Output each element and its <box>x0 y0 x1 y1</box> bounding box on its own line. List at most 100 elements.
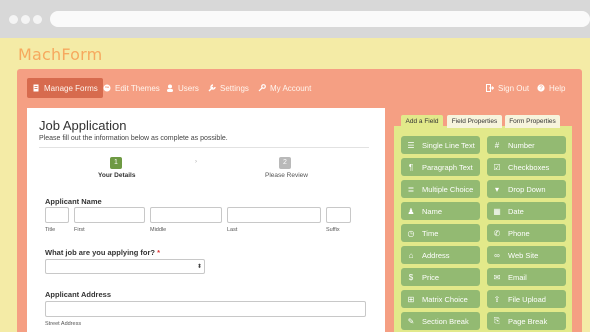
app-logo: MachForm <box>18 45 103 64</box>
nav-label: Sign Out <box>498 83 530 93</box>
phone-icon: ✆ <box>493 228 501 238</box>
add-field-date-button[interactable]: ▦ Date <box>487 202 566 220</box>
nav-manage-forms[interactable]: Manage Forms <box>27 78 103 98</box>
calendar-icon: ▦ <box>493 206 501 216</box>
field-button-label: Multiple Choice <box>422 184 474 194</box>
window-close-dot[interactable] <box>9 15 18 24</box>
job-question-label: What job are you applying for? * <box>45 248 161 257</box>
matrix-icon: ⊞ <box>407 294 415 304</box>
window-maximize-dot[interactable] <box>33 15 42 24</box>
add-field-name-button[interactable]: ♟ Name <box>401 202 480 220</box>
field-button-label: Single Line Text <box>422 140 475 150</box>
tab-form-properties[interactable]: Form Properties <box>505 115 560 128</box>
name-suffix-input[interactable] <box>326 207 351 223</box>
nav-edit-themes[interactable]: Edit Themes <box>103 78 160 98</box>
nav-users[interactable]: Users <box>166 78 199 98</box>
email-icon: ✉ <box>493 272 501 282</box>
link-icon: ∞ <box>494 250 500 260</box>
nav-label: My Account <box>270 83 312 93</box>
applicant-address-label: Applicant Address <box>45 290 111 299</box>
upload-icon: ⇪ <box>493 294 501 304</box>
field-button-label: Web Site <box>508 250 539 260</box>
street-address-input[interactable] <box>45 301 366 317</box>
name-middle-sublabel: Middle <box>150 227 167 233</box>
tab-add-field[interactable]: Add a Field <box>401 115 443 128</box>
add-field-file-upload-button[interactable]: ⇪ File Upload <box>487 290 566 308</box>
add-field-single-line-text-button[interactable]: ☰ Single Line Text <box>401 136 480 154</box>
nav-help[interactable]: ? Help <box>537 78 565 98</box>
add-field-phone-button[interactable]: ✆ Phone <box>487 224 566 242</box>
field-button-label: Page Break <box>508 316 548 326</box>
add-field-paragraph-text-button[interactable]: ¶ Paragraph Text <box>401 158 480 176</box>
nav-sign-out[interactable]: Sign Out <box>486 78 529 98</box>
form-title: Job Application <box>39 118 127 133</box>
dropdown-icon: ▾ <box>494 184 499 194</box>
step-2-badge[interactable]: 2 <box>279 157 291 169</box>
add-field-page-break-button[interactable]: ⎘ Page Break <box>487 312 566 330</box>
key-icon <box>258 84 266 92</box>
name-first-input[interactable] <box>74 207 145 223</box>
list-icon: ≣ <box>407 184 415 194</box>
add-field-price-button[interactable]: $ Price <box>401 268 480 286</box>
street-address-sublabel: Street Address <box>45 321 82 327</box>
field-button-label: Address <box>422 250 450 260</box>
wrench-icon <box>208 84 216 92</box>
form-description: Please fill out the information below as… <box>39 135 228 142</box>
field-button-label: Matrix Choice <box>422 294 468 304</box>
tab-field-properties[interactable]: Field Properties <box>447 115 502 128</box>
field-button-label: Paragraph Text <box>422 162 473 172</box>
address-bar[interactable] <box>50 11 590 27</box>
field-button-label: Name <box>422 206 443 216</box>
nav-my-account[interactable]: My Account <box>258 78 311 98</box>
nav-label: Help <box>549 83 566 93</box>
step-separator-icon: › <box>195 159 197 165</box>
name-last-input[interactable] <box>227 207 321 223</box>
checkbox-icon: ☑ <box>493 162 501 172</box>
section-icon: ✎ <box>407 316 415 326</box>
job-select[interactable] <box>45 259 205 274</box>
add-field-multiple-choice-button[interactable]: ≣ Multiple Choice <box>401 180 480 198</box>
name-title-input[interactable] <box>45 207 69 223</box>
clock-icon: ◷ <box>407 228 415 238</box>
applicant-name-label: Applicant Name <box>45 197 102 206</box>
select-arrow-icon: ⬍ <box>197 264 203 270</box>
field-button-label: Date <box>508 206 524 216</box>
field-button-label: Checkboxes <box>508 162 550 172</box>
name-suffix-sublabel: Suffix <box>326 227 340 233</box>
document-icon <box>33 84 39 92</box>
home-icon: ⌂ <box>408 250 414 260</box>
field-button-label: File Upload <box>508 294 546 304</box>
name-title-sublabel: Title <box>45 227 56 233</box>
nav-settings[interactable]: Settings <box>208 78 249 98</box>
field-button-label: Section Break <box>422 316 469 326</box>
add-field-time-button[interactable]: ◷ Time <box>401 224 480 242</box>
help-icon: ? <box>537 84 545 92</box>
add-field-drop-down-button[interactable]: ▾ Drop Down <box>487 180 566 198</box>
price-icon: $ <box>408 272 414 282</box>
divider <box>39 147 369 148</box>
number-icon: # <box>494 140 500 150</box>
add-field-number-button[interactable]: # Number <box>487 136 566 154</box>
add-field-address-button[interactable]: ⌂ Address <box>401 246 480 264</box>
add-field-matrix-choice-button[interactable]: ⊞ Matrix Choice <box>401 290 480 308</box>
user-icon <box>167 84 173 92</box>
required-mark: * <box>157 248 161 257</box>
nav-label: Manage Forms <box>44 83 98 93</box>
paragraph-icon: ¶ <box>408 162 414 172</box>
name-last-sublabel: Last <box>227 227 238 233</box>
add-field-web-site-button[interactable]: ∞ Web Site <box>487 246 566 264</box>
step-1-badge[interactable]: 1 <box>110 157 122 169</box>
page-break-icon: ⎘ <box>493 316 501 325</box>
nav-label: Settings <box>220 83 249 93</box>
palette-icon <box>103 84 111 92</box>
field-button-label: Drop Down <box>508 184 546 194</box>
add-field-section-break-button[interactable]: ✎ Section Break <box>401 312 480 330</box>
name-middle-input[interactable] <box>150 207 222 223</box>
add-field-email-button[interactable]: ✉ Email <box>487 268 566 286</box>
nav-label: Edit Themes <box>115 83 160 93</box>
step-1-label: Your Details <box>98 172 136 179</box>
field-button-label: Number <box>508 140 535 150</box>
window-minimize-dot[interactable] <box>21 15 30 24</box>
add-field-checkboxes-button[interactable]: ☑ Checkboxes <box>487 158 566 176</box>
field-button-label: Phone <box>508 228 530 238</box>
